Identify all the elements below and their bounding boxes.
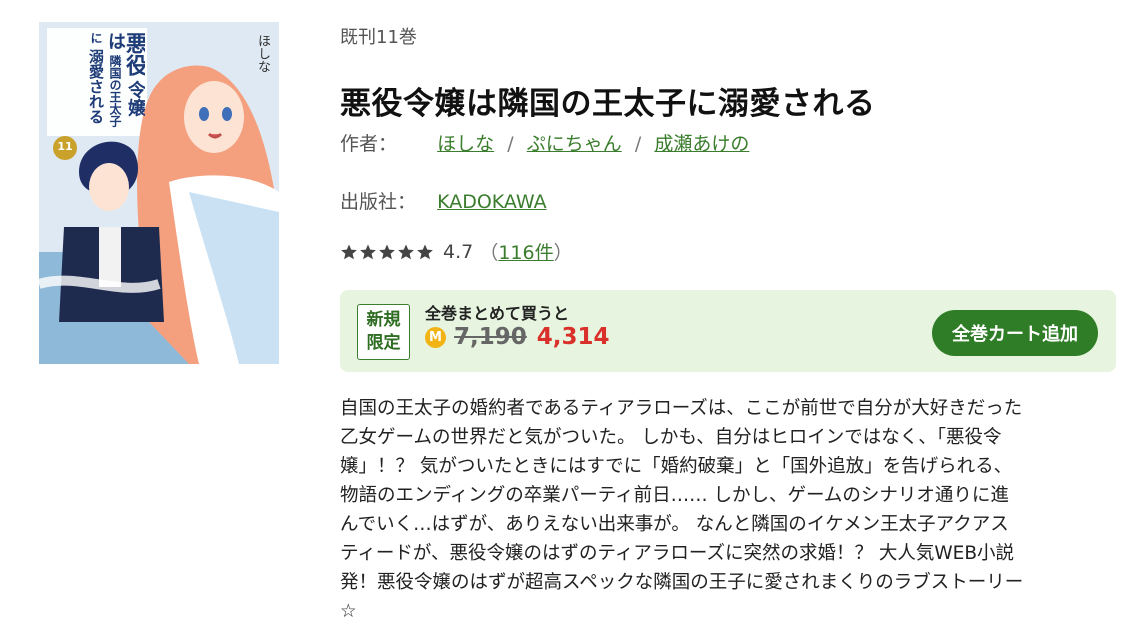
description-line: 自国の王太子の婚約者であるティアラローズは、ここが前世で自分が大好きだった bbox=[340, 398, 1023, 419]
new-user-limited-badge: 新規 限定 bbox=[357, 304, 410, 360]
rating-stars bbox=[340, 241, 435, 263]
book-description: 自国の王太子の婚約者であるティアラローズは、ここが前世で自分が大好きだった 乙女… bbox=[340, 394, 1120, 626]
promo-label: 全巻まとめて買うと bbox=[425, 304, 570, 323]
discounted-price: 4,314 bbox=[536, 324, 610, 350]
badge-line-1: 新規 bbox=[366, 310, 401, 330]
add-all-to-cart-button[interactable]: 全巻カート追加 bbox=[932, 310, 1098, 356]
review-count-link[interactable]: 116件 bbox=[498, 242, 553, 264]
author-label: 作者： bbox=[340, 133, 398, 155]
rating-open-paren: （ bbox=[479, 242, 499, 264]
description-line: ティードが、悪役令嬢のはずのティアラローズに突然の求婚！？ 大人気WEB小説 bbox=[340, 543, 1015, 564]
publisher-row: 出版社： KADOKAWA bbox=[340, 187, 547, 214]
badge-line-2: 限定 bbox=[366, 333, 401, 353]
price-row: M 7,190 4,314 bbox=[425, 324, 610, 350]
book-title: 悪役令嬢は隣国の王太子に溺愛される bbox=[340, 86, 876, 122]
star-icon bbox=[417, 244, 433, 260]
original-price: 7,190 bbox=[454, 324, 527, 350]
publisher-link[interactable]: KADOKAWA bbox=[437, 191, 547, 213]
cover-author: ほしな bbox=[255, 34, 270, 73]
description-line: ☆ bbox=[340, 601, 357, 622]
author-link-punichan[interactable]: ぷにちゃん bbox=[527, 133, 622, 155]
star-icon bbox=[379, 244, 395, 260]
book-cover-image[interactable]: 悪役 令嬢は 隣国の王太子に 溺愛される ほしな 11 bbox=[39, 22, 279, 364]
cover-volume-mark: 11 bbox=[57, 140, 73, 153]
star-icon bbox=[341, 244, 357, 260]
description-line: んでいく…はずが、ありえない出来事が。 なんと隣国のイケメン王太子アクアス bbox=[340, 514, 1009, 535]
author-link-hoshina[interactable]: ほしな bbox=[437, 133, 494, 155]
author-link-naruse-akeno[interactable]: 成瀬あけの bbox=[654, 133, 749, 155]
author-row: 作者： ほしな / ぷにちゃん / 成瀬あけの bbox=[340, 129, 749, 156]
coin-icon: M bbox=[425, 326, 446, 348]
description-line: 物語のエンディングの卒業パーティ前日…… しかし、ゲームのシナリオ通りに進 bbox=[340, 485, 1009, 506]
description-line: 嬢」！？ 気がついたときにはすでに「婚約破棄」と「国外追放」を告げられる、 bbox=[340, 456, 1013, 477]
star-icon bbox=[360, 244, 376, 260]
author-separator: / bbox=[634, 133, 642, 155]
rating-row: 4.7 （116件） bbox=[340, 238, 573, 265]
cover-title: 悪役 令嬢は 隣国の王太子に 溺愛される bbox=[87, 32, 145, 127]
description-line: 乙女ゲームの世界だと気がついた。 しかも、自分はヒロインではなく、「悪役令 bbox=[340, 427, 1002, 448]
bulk-purchase-promo: 新規 限定 全巻まとめて買うと M 7,190 4,314 全巻カート追加 bbox=[340, 290, 1116, 372]
description-line: 発！悪役令嬢のはずが超高スペックな隣国の王子に愛されまくりのラブストーリー bbox=[340, 572, 1024, 593]
author-separator: / bbox=[507, 133, 514, 155]
star-icon bbox=[398, 244, 414, 260]
rating-close-paren: ） bbox=[553, 242, 573, 264]
publisher-label: 出版社： bbox=[340, 191, 417, 213]
rating-score: 4.7 bbox=[443, 240, 474, 263]
volume-count: 既刊11巻 bbox=[340, 27, 417, 48]
